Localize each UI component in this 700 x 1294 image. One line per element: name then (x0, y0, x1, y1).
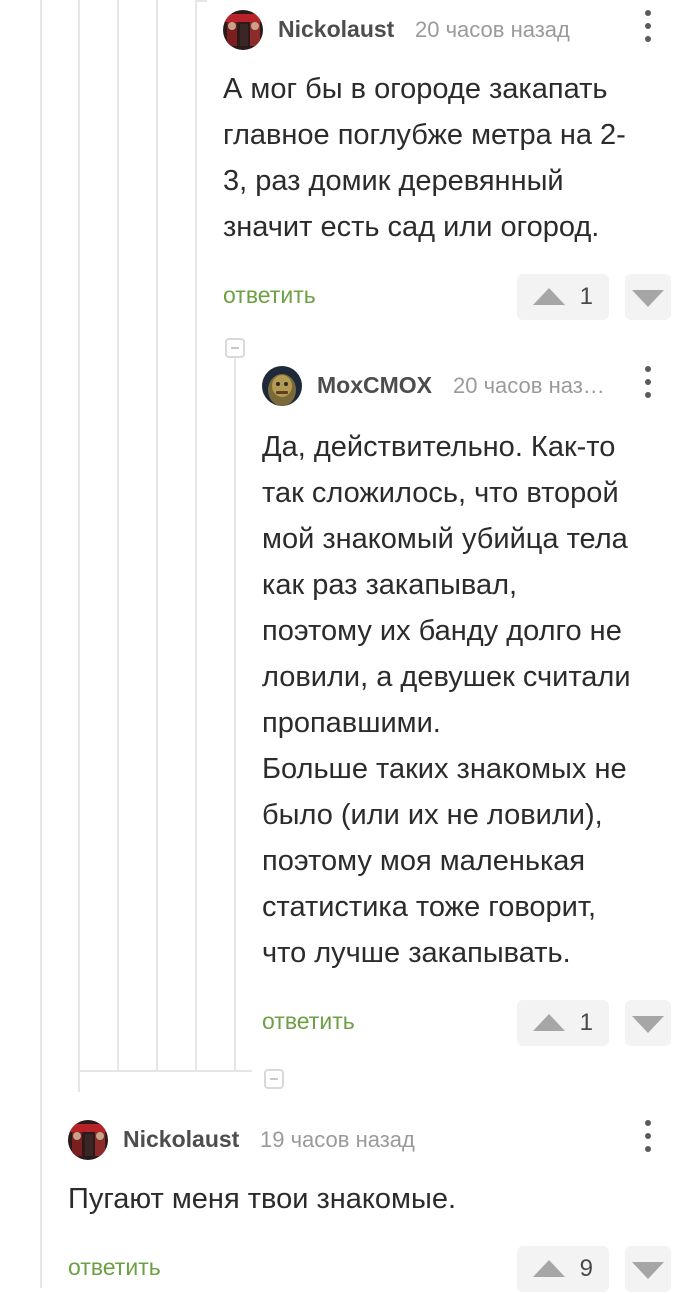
comment-text: А мог бы в огороде закапать главное погл… (223, 73, 626, 243)
more-options-icon[interactable] (644, 1120, 652, 1156)
comment: Nickolaust 19 часов назад Пугают меня тв… (68, 1118, 673, 1294)
username[interactable]: Nickolaust (123, 1126, 239, 1153)
thread-line (195, 0, 197, 1072)
reply-button[interactable]: ответить (262, 1008, 355, 1035)
username[interactable]: Nickolaust (278, 16, 394, 43)
comment-header: Nickolaust 19 часов назад (68, 1118, 673, 1162)
vote-count: 1 (579, 283, 593, 310)
downvote-button[interactable] (625, 274, 671, 320)
thread-line (117, 0, 119, 1072)
collapse-thread-icon[interactable] (264, 1069, 284, 1089)
comment-text: Да, действительно. Как-то так сложилось,… (262, 431, 631, 969)
downvote-icon (632, 1016, 664, 1033)
more-options-icon[interactable] (644, 10, 652, 46)
comment-actions: ответить 1 (262, 1000, 673, 1048)
thread-line (78, 1070, 252, 1072)
avatar[interactable] (223, 10, 263, 50)
vote-count: 1 (579, 1009, 593, 1036)
vote-count: 9 (579, 1255, 593, 1282)
comment-header: MoxCMOX 20 часов наз… (262, 364, 673, 408)
thread-line (78, 0, 80, 1092)
collapse-thread-icon[interactable] (225, 338, 245, 358)
upvote-icon (533, 1260, 565, 1277)
thread-line (195, 0, 207, 2)
avatar[interactable] (262, 366, 302, 406)
comment-time: 20 часов наз… (453, 373, 605, 398)
avatar[interactable] (68, 1120, 108, 1160)
username[interactable]: MoxCMOX (317, 372, 432, 399)
reply-button[interactable]: ответить (68, 1254, 161, 1281)
upvote-icon (533, 1014, 565, 1031)
downvote-button[interactable] (625, 1246, 671, 1292)
comment-header: Nickolaust 20 часов назад (223, 8, 673, 52)
upvote-button[interactable]: 1 (517, 274, 609, 320)
upvote-button[interactable]: 9 (517, 1246, 609, 1292)
thread-line (156, 0, 158, 1072)
upvote-icon (533, 288, 565, 305)
comment-time: 20 часов назад (415, 17, 570, 42)
reply-button[interactable]: ответить (223, 282, 316, 309)
comment: Nickolaust 20 часов назад А мог бы в ого… (223, 8, 673, 322)
comment-time: 19 часов назад (260, 1127, 415, 1152)
thread-line (234, 350, 236, 1072)
thread-line (40, 0, 42, 1288)
comment: MoxCMOX 20 часов наз… Да, действительно.… (262, 364, 673, 1048)
upvote-button[interactable]: 1 (517, 1000, 609, 1046)
comment-actions: ответить 9 (68, 1246, 673, 1294)
downvote-icon (632, 290, 664, 307)
more-options-icon[interactable] (644, 366, 652, 402)
downvote-button[interactable] (625, 1000, 671, 1046)
downvote-icon (632, 1262, 664, 1279)
comment-text: Пугают меня твои знакомые. (68, 1183, 457, 1215)
comment-actions: ответить 1 (223, 274, 673, 322)
